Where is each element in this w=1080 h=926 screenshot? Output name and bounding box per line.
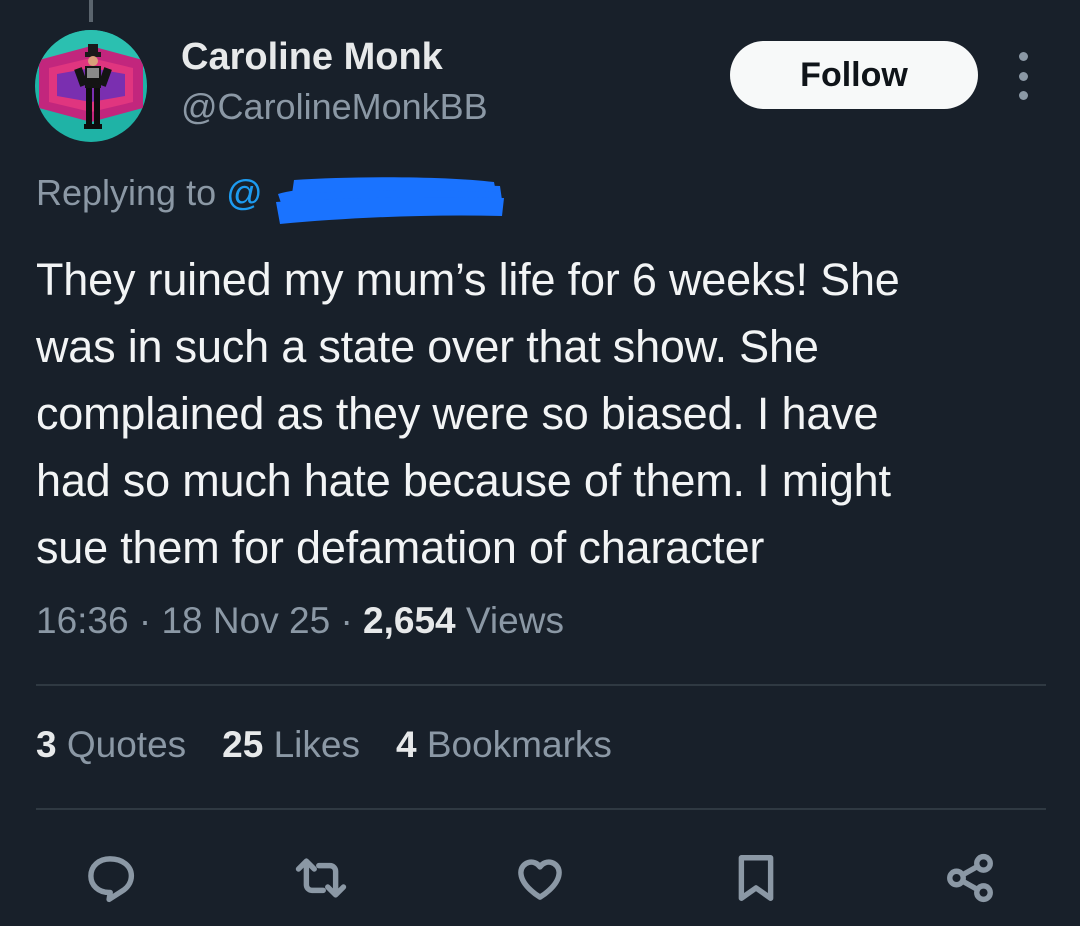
- quotes-stat[interactable]: 3 Quotes: [36, 724, 186, 766]
- views-count: 2,654: [363, 600, 456, 641]
- likes-count: 25: [222, 724, 264, 765]
- like-icon[interactable]: [508, 848, 572, 908]
- replying-to-line: Replying to @: [36, 172, 263, 214]
- action-bar: [0, 848, 1080, 908]
- views-label: Views: [465, 600, 564, 641]
- retweet-icon[interactable]: [289, 848, 353, 908]
- tweet-text: They ruined my mum’s life for 6 weeks! S…: [36, 246, 1056, 581]
- replying-to-label: Replying to: [36, 172, 217, 213]
- bookmarks-stat[interactable]: 4 Bookmarks: [396, 724, 612, 766]
- reply-handle-link[interactable]: @: [226, 172, 263, 213]
- more-options-icon[interactable]: [1008, 52, 1038, 100]
- share-icon[interactable]: [938, 848, 1002, 908]
- bookmark-icon[interactable]: [724, 848, 788, 908]
- tweet-metadata: 16:36 · 18 Nov 25 · 2,654 Views: [36, 600, 564, 642]
- tweet-text-line: complained as they were so biased. I hav…: [36, 388, 879, 439]
- bookmarks-count: 4: [395, 724, 417, 765]
- author-handle[interactable]: @CarolineMonkBB: [181, 86, 488, 128]
- tweet-text-line: sue them for defamation of character: [36, 522, 765, 573]
- author-name[interactable]: Caroline Monk: [181, 36, 443, 79]
- redaction-scribble: [276, 177, 504, 224]
- avatar[interactable]: [35, 30, 147, 142]
- more-dot: [1018, 52, 1028, 61]
- tweet-date[interactable]: 18 Nov 25: [161, 600, 330, 641]
- meta-separator: ·: [138, 600, 162, 641]
- more-dot: [1018, 91, 1028, 100]
- divider: [36, 684, 1046, 686]
- thread-connector-line: [89, 0, 93, 22]
- divider: [36, 808, 1046, 810]
- meta-separator: ·: [340, 600, 364, 641]
- avatar-image: [35, 30, 147, 142]
- tweet-text-line: was in such a state over that show. She: [36, 321, 819, 372]
- bookmarks-label: Bookmarks: [426, 724, 612, 765]
- likes-stat[interactable]: 25 Likes: [222, 724, 360, 766]
- quotes-count: 3: [36, 724, 57, 765]
- tweet-text-line: They ruined my mum’s life for 6 weeks! S…: [36, 254, 900, 305]
- tweet-detail-view: Caroline Monk @CarolineMonkBB Follow Rep…: [0, 0, 1080, 926]
- tweet-time[interactable]: 16:36: [36, 600, 129, 641]
- follow-button[interactable]: Follow: [730, 41, 978, 109]
- reply-icon[interactable]: [78, 848, 142, 908]
- quotes-label: Quotes: [66, 724, 187, 765]
- likes-label: Likes: [273, 724, 360, 765]
- tweet-text-line: had so much hate because of them. I migh…: [36, 455, 891, 506]
- more-dot: [1018, 71, 1028, 81]
- engagement-stats: 3 Quotes 25 Likes 4 Bookmarks: [36, 724, 612, 766]
